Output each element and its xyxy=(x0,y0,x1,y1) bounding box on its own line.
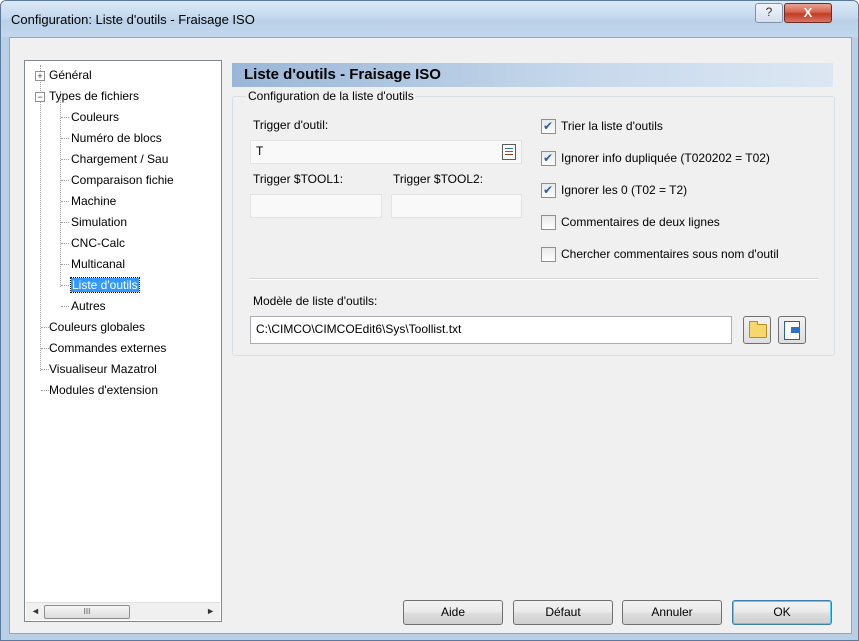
scroll-right-icon[interactable]: ► xyxy=(206,606,215,616)
tree-item-file-compare[interactable]: Comparaison fichie xyxy=(71,170,174,190)
separator xyxy=(249,278,819,280)
tree-item-label: Machine xyxy=(71,194,117,208)
tree-item-label: Simulation xyxy=(71,215,128,229)
tree-item-simulation[interactable]: Simulation xyxy=(71,212,127,232)
panel-header: Liste d'outils - Fraisage ISO xyxy=(232,63,833,87)
tree-item-label: Couleurs globales xyxy=(49,320,146,334)
tree-item-label: Général xyxy=(49,68,92,82)
tree-line xyxy=(61,264,69,265)
ok-button[interactable]: OK xyxy=(732,600,832,625)
horizontal-scrollbar[interactable]: ◄ III ► xyxy=(26,602,220,620)
tree-line xyxy=(61,117,69,118)
tree-line xyxy=(41,369,49,370)
tree-item-file-types[interactable]: Types de fichiers xyxy=(49,86,139,106)
scroll-left-icon[interactable]: ◄ xyxy=(31,606,40,616)
trigger-value: T xyxy=(256,144,264,158)
tree-line xyxy=(61,285,69,286)
panel-title: Liste d'outils - Fraisage ISO xyxy=(244,66,441,83)
settings-tree[interactable]: + Général − Types de fichiers Couleurs N… xyxy=(24,60,222,622)
template-label: Modèle de liste d'outils: xyxy=(253,294,378,308)
collapse-icon[interactable]: − xyxy=(35,92,45,102)
tree-item-label: Modules d'extension xyxy=(49,383,159,397)
tree-item-label: Comparaison fichie xyxy=(71,173,174,187)
tree-item-label: Couleurs xyxy=(71,110,120,124)
tree-item-cnc-calc[interactable]: CNC-Calc xyxy=(71,233,125,253)
browse-folder-button[interactable] xyxy=(743,316,771,344)
tree-item-multichannel[interactable]: Multicanal xyxy=(71,254,125,274)
template-path-value: C:\CIMCO\CIMCOEdit6\Sys\Toollist.txt xyxy=(256,322,462,336)
tool1-label: Trigger $TOOL1: xyxy=(253,172,344,186)
checkbox-box[interactable] xyxy=(541,215,556,230)
tool2-label: Trigger $TOOL2: xyxy=(393,172,484,186)
tree-line xyxy=(60,91,61,287)
tree-item-external-commands[interactable]: Commandes externes xyxy=(49,338,166,358)
expand-icon[interactable]: + xyxy=(35,71,45,81)
tree-line xyxy=(61,222,69,223)
tree-line xyxy=(41,327,49,328)
help-button[interactable]: Aide xyxy=(403,600,503,625)
tree-item-load-save[interactable]: Chargement / Sau xyxy=(71,149,168,169)
trigger-field[interactable]: T xyxy=(250,140,522,164)
tree-line xyxy=(61,201,69,202)
help-title-button[interactable]: ? xyxy=(755,3,783,23)
tree-item-others[interactable]: Autres xyxy=(71,296,106,316)
checkbox-label: Ignorer les 0 (T02 = T2) xyxy=(561,183,688,197)
tool2-field[interactable] xyxy=(391,194,522,218)
checkbox-label: Trier la liste d'outils xyxy=(561,119,663,133)
tree-item-tool-list[interactable]: Liste d'outils xyxy=(70,275,140,295)
title-bar[interactable]: Configuration: Liste d'outils - Fraisage… xyxy=(1,1,858,37)
dialog-client-area: + Général − Types de fichiers Couleurs N… xyxy=(9,37,852,634)
checkbox-box[interactable] xyxy=(541,182,556,198)
cancel-button[interactable]: Annuler xyxy=(622,600,722,625)
default-button[interactable]: Défaut xyxy=(513,600,613,625)
tree-item-label: Autres xyxy=(71,299,106,313)
group-title: Configuration de la liste d'outils xyxy=(246,89,416,103)
checkbox-box[interactable] xyxy=(541,118,556,134)
tree-item-colors[interactable]: Couleurs xyxy=(71,107,119,127)
tree-item-general[interactable]: Général xyxy=(49,65,92,85)
tree-line xyxy=(61,138,69,139)
template-path-field[interactable]: C:\CIMCO\CIMCOEdit6\Sys\Toollist.txt xyxy=(250,316,732,344)
folder-icon xyxy=(749,321,767,338)
tree-item-label: Visualiseur Mazatrol xyxy=(49,362,157,376)
tree-item-block-numbers[interactable]: Numéro de blocs xyxy=(71,128,162,148)
checkbox-box[interactable] xyxy=(541,247,556,262)
checkbox-label: Chercher commentaires sous nom d'outil xyxy=(561,247,779,261)
checkbox-label: Commentaires de deux lignes xyxy=(561,215,720,229)
window-title: Configuration: Liste d'outils - Fraisage… xyxy=(11,12,255,27)
edit-file-button[interactable] xyxy=(778,316,806,344)
edit-icon xyxy=(784,321,800,340)
tree-item-label: Types de fichiers xyxy=(49,89,140,103)
tree-item-label: CNC-Calc xyxy=(71,236,125,250)
tree-item-mazatrol-viewer[interactable]: Visualiseur Mazatrol xyxy=(49,359,157,379)
trigger-label: Trigger d'outil: xyxy=(253,118,329,132)
tree-line xyxy=(61,306,69,307)
document-icon[interactable] xyxy=(502,144,516,160)
scroll-thumb[interactable]: III xyxy=(44,605,130,619)
tree-line xyxy=(41,390,49,391)
tree-line xyxy=(41,348,49,349)
tree-line xyxy=(40,65,41,371)
tree-item-extension-modules[interactable]: Modules d'extension xyxy=(49,380,158,400)
tool1-field[interactable] xyxy=(250,194,382,218)
close-button[interactable]: X xyxy=(784,3,832,23)
configuration-dialog: Configuration: Liste d'outils - Fraisage… xyxy=(0,0,859,641)
tree-item-label: Numéro de blocs xyxy=(71,131,162,145)
tree-item-label: Commandes externes xyxy=(49,341,167,355)
tree-item-global-colors[interactable]: Couleurs globales xyxy=(49,317,145,337)
checkbox-label: Ignorer info dupliquée (T020202 = T02) xyxy=(561,151,770,165)
checkbox-box[interactable] xyxy=(541,150,556,166)
tree-item-label: Chargement / Sau xyxy=(71,152,169,166)
tree-line xyxy=(61,159,69,160)
tree-line xyxy=(61,243,69,244)
tree-item-label: Multicanal xyxy=(71,257,126,271)
tree-line xyxy=(61,180,69,181)
tree-item-label: Liste d'outils xyxy=(70,277,140,293)
tree-item-machine[interactable]: Machine xyxy=(71,191,116,211)
